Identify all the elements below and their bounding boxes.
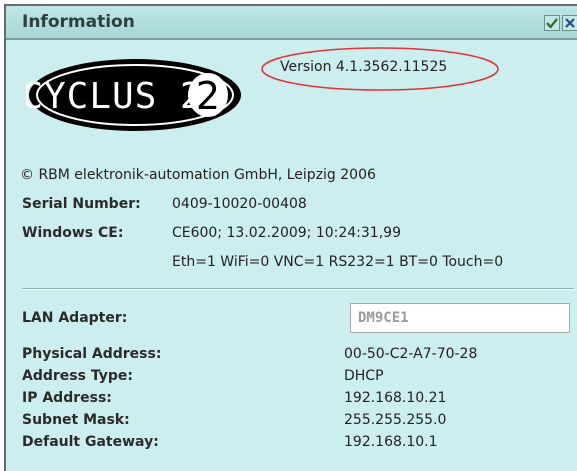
address-type-label: Address Type:	[22, 368, 133, 384]
default-gateway-label: Default Gateway:	[22, 434, 159, 450]
lan-adapter-value: DM9CE1	[358, 310, 409, 326]
physical-address-label: Physical Address:	[22, 346, 162, 362]
checkmark-icon	[546, 18, 558, 29]
cyclus-logo: CYCLUS 2 2	[21, 56, 244, 139]
information-window: Information Version 4.1.3562.11525 CYCLU…	[4, 4, 577, 471]
section-divider	[22, 288, 574, 290]
copyright-text: © RBM elektronik-automation GmbH, Leipzi…	[20, 167, 376, 183]
close-button[interactable]	[562, 15, 577, 31]
logo-text-cyclus: CYCLUS 2	[26, 76, 203, 117]
physical-address-value: 00-50-C2-A7-70-28	[344, 346, 478, 362]
svg-text:2: 2	[196, 74, 220, 118]
lan-adapter-label: LAN Adapter:	[22, 310, 128, 326]
ip-address-label: IP Address:	[22, 390, 112, 406]
title-bar: Information	[6, 6, 577, 40]
subnet-mask-value: 255.255.255.0	[344, 412, 447, 428]
subnet-mask-label: Subnet Mask:	[22, 412, 130, 428]
address-type-value: DHCP	[344, 368, 384, 384]
windows-ce-label: Windows CE:	[22, 225, 124, 241]
windows-ce-value: CE600; 13.02.2009; 10:24:31,99	[172, 225, 401, 241]
ok-checkmark-button[interactable]	[544, 15, 560, 31]
serial-number-label: Serial Number:	[22, 196, 141, 212]
window-title: Information	[22, 12, 135, 32]
default-gateway-value: 192.168.10.1	[344, 434, 438, 450]
lan-adapter-field[interactable]: DM9CE1	[350, 303, 570, 333]
windows-ce-features: Eth=1 WiFi=0 VNC=1 RS232=1 BT=0 Touch=0	[172, 254, 504, 270]
version-label: Version 4.1.3562.11525	[280, 59, 448, 75]
serial-number-value: 0409-10020-00408	[172, 196, 307, 212]
ip-address-value: 192.168.10.21	[344, 390, 447, 406]
close-icon	[565, 18, 575, 28]
version-highlight: Version 4.1.3562.11525	[258, 44, 502, 100]
